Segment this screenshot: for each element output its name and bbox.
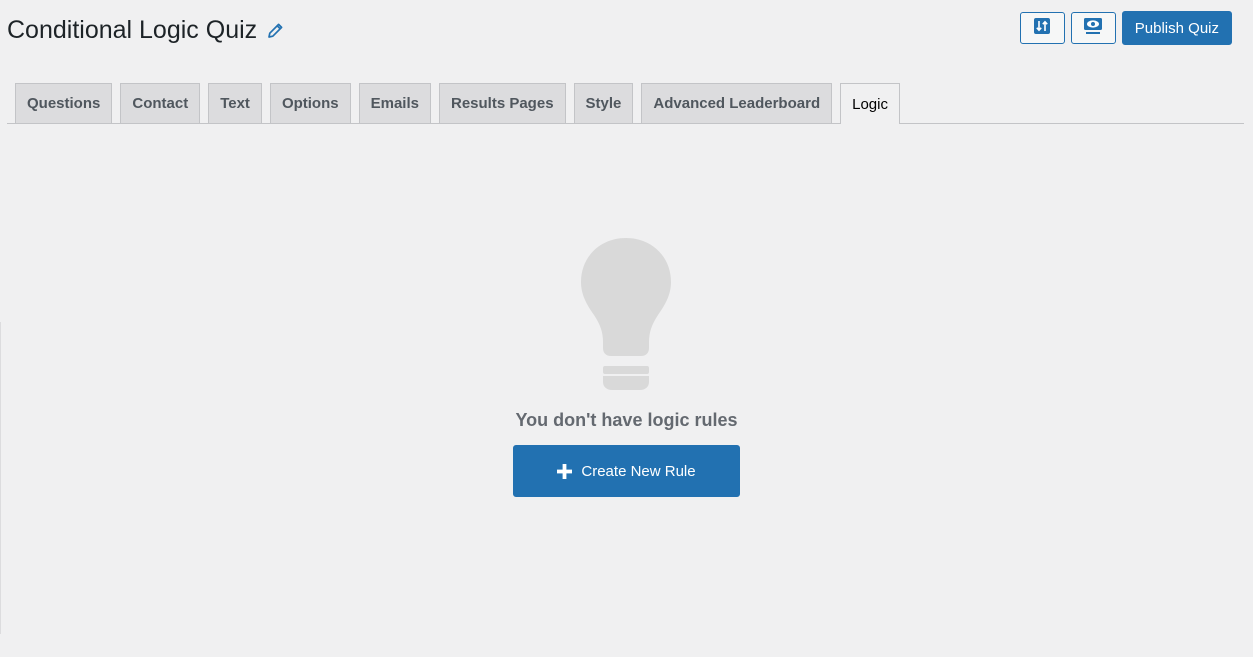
preview-eye-icon: [1083, 17, 1103, 40]
plus-icon: [557, 463, 573, 479]
tab-logic[interactable]: Logic: [840, 83, 900, 124]
page-title: Conditional Logic Quiz: [7, 16, 258, 44]
sort-button[interactable]: [1019, 12, 1065, 44]
lightbulb-icon: [571, 230, 681, 394]
preview-button[interactable]: [1070, 12, 1116, 44]
create-new-rule-button[interactable]: Create New Rule: [513, 445, 740, 497]
header-actions: Publish Quiz: [1019, 11, 1232, 45]
tab-style[interactable]: Style: [573, 83, 634, 123]
sort-updown-icon: [1033, 17, 1051, 40]
title-row: Conditional Logic Quiz: [7, 14, 284, 46]
tab-options[interactable]: Options: [269, 83, 351, 123]
tab-contact[interactable]: Contact: [120, 83, 201, 123]
empty-state-message: You don't have logic rules: [515, 410, 738, 430]
page-header: Conditional Logic Quiz Publish Quiz: [0, 0, 1253, 70]
tab-text[interactable]: Text: [208, 83, 262, 123]
tab-emails[interactable]: Emails: [358, 83, 431, 123]
tab-advanced-leaderboard[interactable]: Advanced Leaderboard: [641, 83, 833, 123]
empty-state: You don't have logic rules Create New Ru…: [0, 230, 1253, 497]
tab-results-pages[interactable]: Results Pages: [438, 83, 566, 123]
tab-questions[interactable]: Questions: [15, 83, 113, 123]
pencil-icon[interactable]: [266, 21, 284, 39]
tab-bar: Questions Contact Text Options Emails Re…: [7, 83, 1244, 124]
publish-quiz-button[interactable]: Publish Quiz: [1121, 11, 1232, 45]
create-new-rule-label: Create New Rule: [581, 462, 696, 480]
